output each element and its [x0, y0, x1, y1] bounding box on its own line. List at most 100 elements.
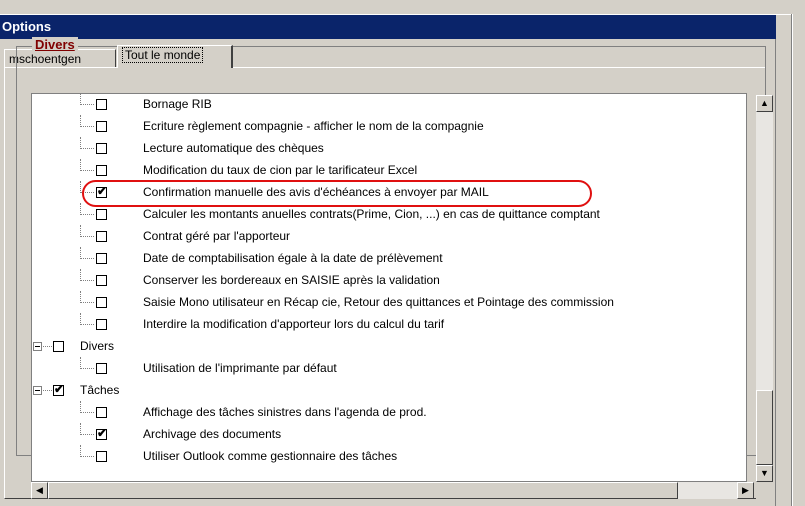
checkmark-icon: ✔ — [54, 382, 65, 396]
tree-connector — [80, 94, 82, 105]
top-strip — [0, 0, 805, 15]
checkmark-icon: ✔ — [97, 184, 108, 198]
checkbox[interactable] — [96, 319, 107, 330]
tree-connector — [80, 225, 82, 237]
tree-item-label: Confirmation manuelle des avis d'échéanc… — [143, 185, 489, 199]
tree-row[interactable]: Saisie Mono utilisateur en Récap cie, Re… — [32, 291, 746, 313]
tree-connector — [80, 258, 94, 260]
tree-row[interactable]: ✔ Tâches — [32, 379, 746, 401]
scrollbar-corner — [756, 482, 773, 499]
tree-item-label: Divers — [80, 339, 115, 353]
tree-row[interactable]: ✔ Archivage des documents — [32, 423, 746, 445]
scroll-up-button[interactable]: ▲ — [756, 95, 773, 112]
tree-connector — [80, 159, 82, 171]
tree-item-label: Utiliser Outlook comme gestionnaire des … — [143, 449, 398, 463]
tree-row[interactable]: ✔ Confirmation manuelle des avis d'échéan… — [32, 181, 746, 203]
checkbox[interactable] — [96, 451, 107, 462]
tree-connector — [80, 401, 82, 413]
checkbox[interactable] — [96, 99, 107, 110]
tree-row[interactable]: Date de comptabilisation égale à la date… — [32, 247, 746, 269]
tree-connector — [80, 434, 94, 436]
checkbox[interactable] — [96, 143, 107, 154]
tree-row[interactable]: Bornage RIB — [32, 94, 746, 115]
arrow-right-icon: ▶ — [742, 485, 749, 495]
tree-row[interactable]: Utiliser Outlook comme gestionnaire des … — [32, 445, 746, 467]
scroll-down-button[interactable]: ▼ — [756, 465, 773, 482]
tree-row[interactable]: Interdire la modification d'apporteur lo… — [32, 313, 746, 335]
checkbox[interactable] — [96, 209, 107, 220]
arrow-up-icon: ▲ — [760, 98, 769, 108]
checkbox[interactable] — [96, 407, 107, 418]
tree-item-label: Interdire la modification d'apporteur lo… — [143, 317, 445, 331]
checkbox[interactable] — [96, 275, 107, 286]
tab-label: Tout le monde — [122, 47, 204, 63]
checkbox[interactable]: ✔ — [96, 184, 108, 198]
tree-connector — [80, 313, 82, 325]
tree-connector — [80, 280, 94, 282]
tree-row[interactable]: Ecriture règlement compagnie - afficher … — [32, 115, 746, 137]
tree-row[interactable]: Modification du taux de cion par le tari… — [32, 159, 746, 181]
vertical-scroll-thumb[interactable] — [756, 390, 773, 465]
tree-item-label: Archivage des documents — [143, 427, 282, 441]
tree-row[interactable]: Conserver les bordereaux en SAISIE après… — [32, 269, 746, 291]
tree-item-label: Conserver les bordereaux en SAISIE après… — [143, 273, 440, 287]
tree-row[interactable]: Utilisation de l'imprimante par défaut — [32, 357, 746, 379]
tree-connector — [80, 368, 94, 370]
checkbox[interactable] — [96, 165, 107, 176]
tree-connector — [80, 291, 82, 303]
horizontal-scroll-thumb[interactable] — [48, 482, 678, 499]
scroll-right-button[interactable]: ▶ — [737, 482, 754, 499]
checkbox[interactable] — [96, 121, 107, 132]
tab-tout-le-monde[interactable]: Tout le monde — [117, 45, 233, 68]
tree-item-label: Tâches — [80, 383, 120, 397]
tree-connector — [80, 181, 82, 193]
tree-connector — [80, 357, 82, 369]
tree-item-label: Modification du taux de cion par le tari… — [143, 163, 418, 177]
tree-connector — [80, 115, 82, 127]
tree-row[interactable]: Calculer les montants anuelles contrats(… — [32, 203, 746, 225]
checkbox[interactable] — [96, 231, 107, 242]
tree-connector — [80, 302, 94, 304]
checkbox[interactable] — [53, 341, 64, 352]
tree-item-label: Date de comptabilisation égale à la date… — [143, 251, 443, 265]
tree-connector — [80, 247, 82, 259]
tree-connector — [80, 236, 94, 238]
tree-item-label: Ecriture règlement compagnie - afficher … — [143, 119, 484, 133]
tree-connector — [80, 423, 82, 435]
tree-connector — [43, 346, 52, 348]
tree-connector — [80, 192, 94, 194]
tree-row[interactable]: Lecture automatique des chèques — [32, 137, 746, 159]
checkmark-icon: ✔ — [97, 426, 108, 440]
checkbox[interactable]: ✔ — [53, 382, 65, 396]
tree-row[interactable]: Affichage des tâches sinistres dans l'ag… — [32, 401, 746, 423]
vertical-scrollbar[interactable]: ▲ ▼ — [756, 95, 773, 482]
horizontal-scrollbar[interactable]: ◀ ▶ — [31, 482, 754, 499]
tree-connector — [80, 148, 94, 150]
tree-item-label: Contrat géré par l'apporteur — [143, 229, 291, 243]
scroll-left-button[interactable]: ◀ — [31, 482, 48, 499]
window-title: Options — [0, 15, 776, 39]
collapse-icon[interactable] — [33, 342, 42, 351]
checkbox[interactable] — [96, 363, 107, 374]
collapse-icon[interactable] — [33, 386, 42, 395]
checkbox[interactable] — [96, 253, 107, 264]
tree-row[interactable]: Contrat géré par l'apporteur — [32, 225, 746, 247]
tree-connector — [80, 456, 94, 458]
tree-connector — [80, 214, 94, 216]
options-tree: Bornage RIB Ecriture règlement compagnie … — [31, 93, 747, 482]
arrow-left-icon: ◀ — [36, 485, 43, 495]
tree-connector — [80, 445, 82, 457]
tree-connector — [43, 390, 52, 392]
tree-row[interactable]: Divers — [32, 335, 746, 357]
tree-item-label: Affichage des tâches sinistres dans l'ag… — [143, 405, 427, 419]
tree-item-label: Saisie Mono utilisateur en Récap cie, Re… — [143, 295, 614, 309]
checkbox[interactable] — [96, 297, 107, 308]
tree-connector — [80, 203, 82, 215]
tree-connector — [80, 104, 94, 106]
tree-connector — [80, 269, 82, 281]
tree-item-label: Calculer les montants anuelles contrats(… — [143, 207, 600, 221]
checkbox[interactable]: ✔ — [96, 426, 108, 440]
tree-item-label: Lecture automatique des chèques — [143, 141, 324, 155]
group-label: Divers — [32, 37, 78, 52]
tree-connector — [80, 126, 94, 128]
